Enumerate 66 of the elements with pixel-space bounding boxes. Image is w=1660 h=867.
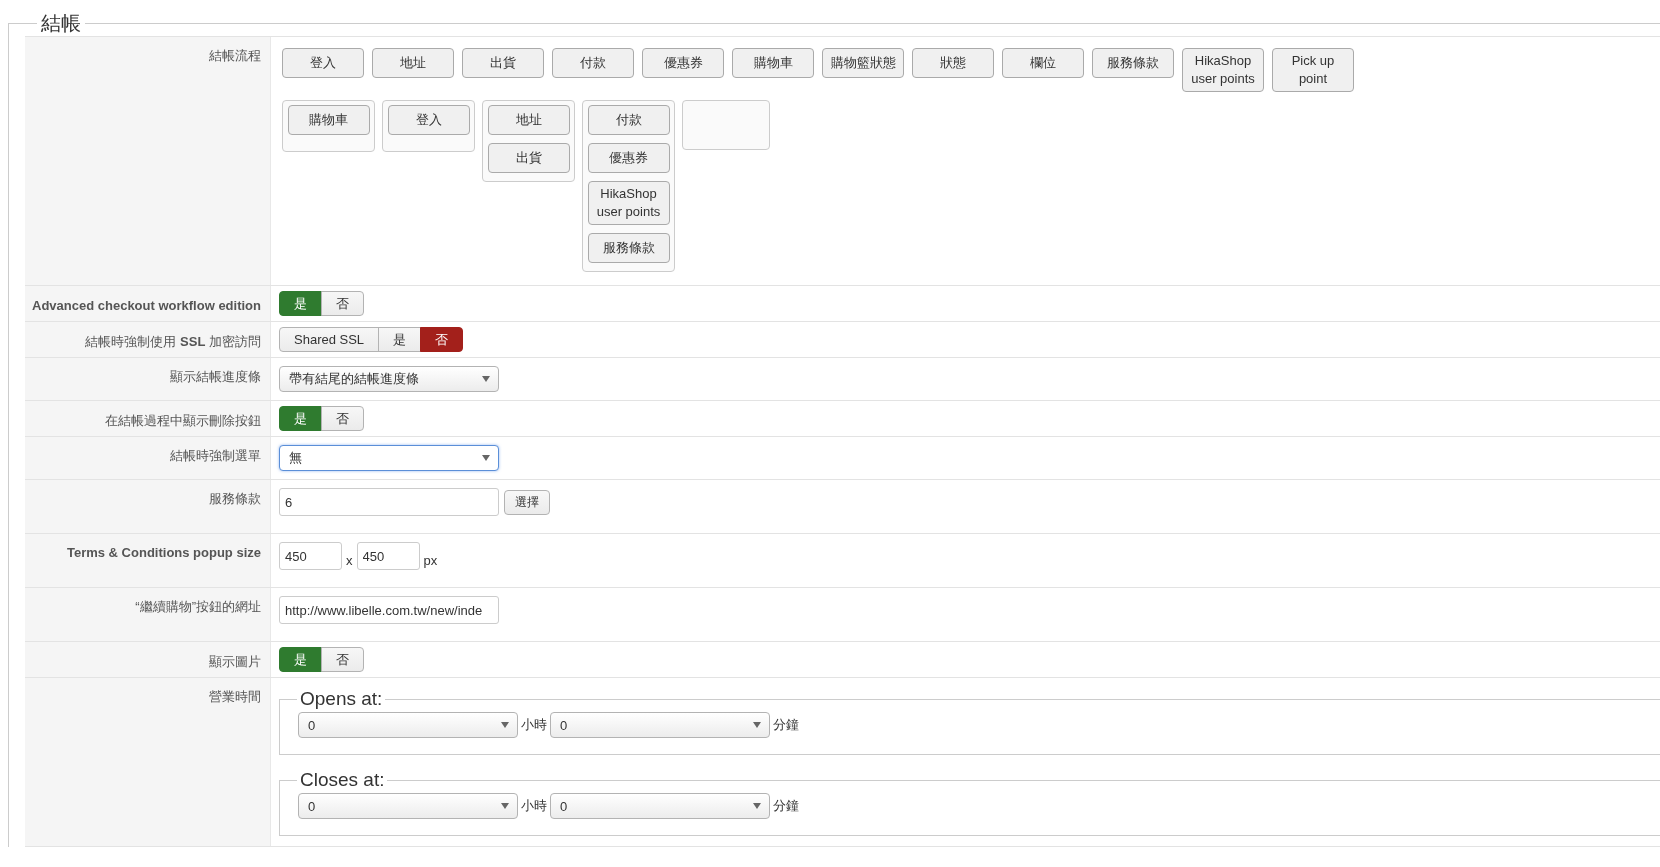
field-label: Advanced checkout workflow edition bbox=[32, 298, 261, 313]
caret-icon bbox=[482, 376, 490, 382]
step-button[interactable]: 優惠券 bbox=[587, 143, 670, 173]
toggle-option[interactable]: 否 bbox=[321, 647, 364, 672]
toggle-option[interactable]: 是 bbox=[279, 291, 322, 316]
toggle-option[interactable]: 是 bbox=[279, 647, 322, 672]
field-label: 結帳時強制使用 SSL 加密訪問 bbox=[85, 334, 261, 349]
step-button[interactable]: 欄位 bbox=[1002, 48, 1084, 78]
step-button[interactable]: 出貨 bbox=[487, 143, 570, 173]
unit-text: px bbox=[423, 552, 438, 568]
select-field[interactable]: 無 bbox=[279, 445, 499, 471]
step-button[interactable]: 狀態 bbox=[912, 48, 994, 78]
field-label: 服務條款 bbox=[209, 491, 261, 506]
step-button[interactable]: 購物車 bbox=[287, 105, 370, 135]
field-label: 顯示圖片 bbox=[209, 654, 261, 669]
minute-select[interactable]: 0 bbox=[550, 793, 770, 819]
separator-text: x bbox=[346, 552, 353, 568]
select-field[interactable]: 帶有結尾的結帳進度條 bbox=[279, 366, 499, 392]
field-label: Terms & Conditions popup size bbox=[66, 545, 261, 560]
minute-unit: 分鐘 bbox=[773, 716, 799, 734]
field-label: 在結帳過程中顯示刪除按鈕 bbox=[105, 413, 261, 428]
minute-select[interactable]: 0 bbox=[550, 712, 770, 738]
toggle-option[interactable]: 否 bbox=[420, 327, 464, 352]
field-label: 結帳時強制選單 bbox=[170, 448, 261, 463]
step-button[interactable]: 服務條款 bbox=[587, 233, 670, 263]
hour-unit: 小時 bbox=[521, 797, 547, 815]
group-legend: Opens at: bbox=[297, 688, 386, 710]
step-button[interactable]: 登入 bbox=[387, 105, 470, 135]
field-label: 顯示結帳進度條 bbox=[170, 369, 261, 384]
caret-icon bbox=[501, 722, 509, 728]
toggle-option[interactable]: Shared SSL bbox=[279, 327, 380, 352]
toggle-option[interactable]: 否 bbox=[321, 291, 364, 316]
hour-select[interactable]: 0 bbox=[298, 793, 518, 819]
step-button[interactable]: 付款 bbox=[587, 105, 670, 135]
step-button[interactable]: 地址 bbox=[487, 105, 570, 135]
group-legend: Closes at: bbox=[297, 769, 388, 791]
step-button[interactable]: 優惠券 bbox=[642, 48, 724, 78]
caret-icon bbox=[482, 455, 490, 461]
step-button[interactable]: Pick up point bbox=[1272, 48, 1354, 92]
select-button[interactable]: 選擇 bbox=[504, 489, 550, 515]
caret-icon bbox=[501, 803, 509, 809]
caret-icon bbox=[753, 722, 761, 728]
height-field[interactable]: 450 bbox=[356, 542, 420, 570]
step-button[interactable]: 購物籃狀態 bbox=[822, 48, 904, 78]
step-button[interactable]: 購物車 bbox=[732, 48, 814, 78]
width-field[interactable]: 450 bbox=[279, 542, 342, 570]
step-button[interactable]: 服務條款 bbox=[1092, 48, 1174, 78]
toggle-option[interactable]: 是 bbox=[279, 406, 322, 431]
step-button[interactable]: 地址 bbox=[372, 48, 454, 78]
minute-unit: 分鐘 bbox=[773, 797, 799, 815]
field-label: 結帳流程 bbox=[209, 48, 261, 63]
step-button[interactable]: 付款 bbox=[552, 48, 634, 78]
input-field[interactable]: 6 bbox=[279, 488, 499, 516]
toggle-option[interactable]: 否 bbox=[321, 406, 364, 431]
step-button[interactable]: 出貨 bbox=[462, 48, 544, 78]
step-button[interactable]: 登入 bbox=[282, 48, 364, 78]
toggle-option[interactable]: 是 bbox=[378, 327, 422, 352]
caret-icon bbox=[753, 803, 761, 809]
field-label: 營業時間 bbox=[209, 689, 261, 704]
url-field[interactable]: http://www.libelle.com.tw/new/inde bbox=[279, 596, 499, 624]
hour-unit: 小時 bbox=[521, 716, 547, 734]
step-button[interactable]: HikaShop user points bbox=[587, 181, 670, 225]
field-label: “繼續購物”按鈕的網址 bbox=[135, 599, 261, 614]
hour-select[interactable]: 0 bbox=[298, 712, 518, 738]
section-legend: 結帳 bbox=[37, 12, 85, 34]
step-button[interactable]: HikaShop user points bbox=[1182, 48, 1264, 92]
